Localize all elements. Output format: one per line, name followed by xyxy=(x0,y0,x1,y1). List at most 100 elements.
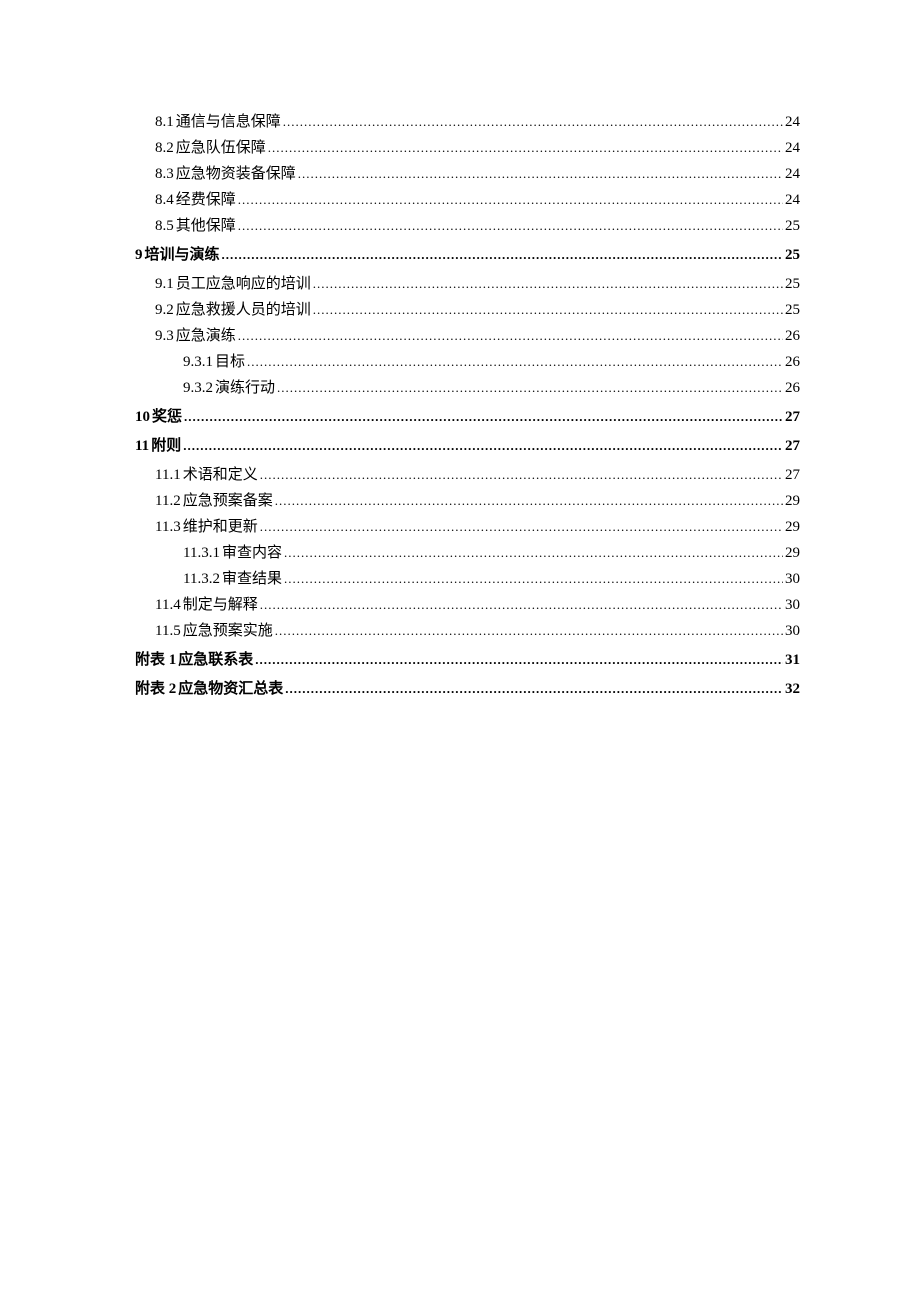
toc-leader-dots xyxy=(284,546,783,561)
toc-entry: 11.3.2 审查结果 30 xyxy=(135,572,800,587)
toc-title: 通信与信息保障 xyxy=(174,115,281,130)
toc-title: 奖惩 xyxy=(150,410,182,425)
toc-number: 8.5 xyxy=(155,219,174,234)
toc-title: 应急物资装备保障 xyxy=(174,167,296,182)
toc-number: 9 xyxy=(135,248,143,263)
toc-leader-dots xyxy=(260,598,783,613)
toc-number: 8.3 xyxy=(155,167,174,182)
toc-title: 维护和更新 xyxy=(181,520,258,535)
toc-title: 应急队伍保障 xyxy=(174,141,266,156)
toc-number: 11.3.1 xyxy=(183,546,220,561)
toc-number: 8.1 xyxy=(155,115,174,130)
toc-entry: 8.3 应急物资装备保障 24 xyxy=(135,167,800,182)
toc-page-number: 32 xyxy=(785,682,800,697)
toc-leader-dots xyxy=(283,115,783,130)
toc-leader-dots xyxy=(222,248,783,263)
toc-number: 9.2 xyxy=(155,303,174,318)
toc-title: 培训与演练 xyxy=(143,248,220,263)
toc-number: 11 xyxy=(135,439,149,454)
toc-page-number: 30 xyxy=(785,624,800,639)
toc-title: 目标 xyxy=(213,355,245,370)
toc-number: 9.1 xyxy=(155,277,174,292)
toc-leader-dots xyxy=(255,653,783,668)
toc-entry: 11 附则 27 xyxy=(135,439,800,454)
toc-leader-dots xyxy=(268,141,783,156)
toc-title: 审查内容 xyxy=(220,546,282,561)
toc-title: 附则 xyxy=(149,439,181,454)
document-page: 8.1 通信与信息保障 24 8.2 应急队伍保障 24 8.3 应急物资装备保… xyxy=(0,0,920,697)
toc-entry: 8.2 应急队伍保障 24 xyxy=(135,141,800,156)
toc-page-number: 25 xyxy=(785,219,800,234)
toc-leader-dots xyxy=(247,355,783,370)
toc-page-number: 24 xyxy=(785,141,800,156)
toc-leader-dots xyxy=(238,219,783,234)
toc-number: 8.4 xyxy=(155,193,174,208)
toc-title: 员工应急响应的培训 xyxy=(174,277,311,292)
toc-number: 9.3.2 xyxy=(183,381,213,396)
toc-entry: 10 奖惩 27 xyxy=(135,410,800,425)
toc-page-number: 26 xyxy=(785,355,800,370)
toc-page-number: 29 xyxy=(785,546,800,561)
toc-page-number: 27 xyxy=(785,468,800,483)
toc-entry: 附表 1 应急联系表 31 xyxy=(135,653,800,668)
toc-entry: 11.4 制定与解释 30 xyxy=(135,598,800,613)
toc-entry: 9.2 应急救援人员的培训 25 xyxy=(135,303,800,318)
toc-number: 11.3.2 xyxy=(183,572,220,587)
toc-page-number: 25 xyxy=(785,303,800,318)
toc-title: 演练行动 xyxy=(213,381,275,396)
toc-entry: 9.3.2 演练行动 26 xyxy=(135,381,800,396)
toc-entry: 9 培训与演练 25 xyxy=(135,248,800,263)
toc-page-number: 24 xyxy=(785,115,800,130)
toc-title: 应急预案实施 xyxy=(181,624,273,639)
toc-title: 经费保障 xyxy=(174,193,236,208)
toc-entry: 11.3.1 审查内容 29 xyxy=(135,546,800,561)
table-of-contents: 8.1 通信与信息保障 24 8.2 应急队伍保障 24 8.3 应急物资装备保… xyxy=(135,115,800,697)
toc-leader-dots xyxy=(313,303,783,318)
toc-number: 附表 1 xyxy=(135,653,176,668)
toc-page-number: 27 xyxy=(785,410,800,425)
toc-title: 其他保障 xyxy=(174,219,236,234)
toc-page-number: 25 xyxy=(785,277,800,292)
toc-page-number: 24 xyxy=(785,167,800,182)
toc-leader-dots xyxy=(284,572,783,587)
toc-title: 应急救援人员的培训 xyxy=(174,303,311,318)
toc-page-number: 27 xyxy=(785,439,800,454)
toc-entry: 9.1 员工应急响应的培训 25 xyxy=(135,277,800,292)
toc-page-number: 29 xyxy=(785,520,800,535)
toc-page-number: 31 xyxy=(785,653,800,668)
toc-page-number: 29 xyxy=(785,494,800,509)
toc-entry: 8.1 通信与信息保障 24 xyxy=(135,115,800,130)
toc-leader-dots xyxy=(238,193,783,208)
toc-entry: 8.4 经费保障 24 xyxy=(135,193,800,208)
toc-title: 应急物资汇总表 xyxy=(176,682,283,697)
toc-leader-dots xyxy=(285,682,783,697)
toc-leader-dots xyxy=(183,439,783,454)
toc-leader-dots xyxy=(260,520,783,535)
toc-page-number: 30 xyxy=(785,598,800,613)
toc-entry: 附表 2 应急物资汇总表 32 xyxy=(135,682,800,697)
toc-entry: 11.5 应急预案实施 30 xyxy=(135,624,800,639)
toc-number: 9.3 xyxy=(155,329,174,344)
toc-title: 制定与解释 xyxy=(181,598,258,613)
toc-leader-dots xyxy=(238,329,783,344)
toc-number: 11.1 xyxy=(155,468,181,483)
toc-number: 11.2 xyxy=(155,494,181,509)
toc-number: 10 xyxy=(135,410,150,425)
toc-page-number: 24 xyxy=(785,193,800,208)
toc-title: 应急联系表 xyxy=(176,653,253,668)
toc-leader-dots xyxy=(277,381,783,396)
toc-title: 应急演练 xyxy=(174,329,236,344)
toc-number: 9.3.1 xyxy=(183,355,213,370)
toc-title: 审查结果 xyxy=(220,572,282,587)
toc-entry: 9.3.1 目标 26 xyxy=(135,355,800,370)
toc-number: 11.4 xyxy=(155,598,181,613)
toc-page-number: 26 xyxy=(785,381,800,396)
toc-page-number: 26 xyxy=(785,329,800,344)
toc-leader-dots xyxy=(313,277,783,292)
toc-title: 应急预案备案 xyxy=(181,494,273,509)
toc-title: 术语和定义 xyxy=(181,468,258,483)
toc-leader-dots xyxy=(275,494,783,509)
toc-leader-dots xyxy=(275,624,783,639)
toc-entry: 11.1 术语和定义 27 xyxy=(135,468,800,483)
toc-leader-dots xyxy=(260,468,783,483)
